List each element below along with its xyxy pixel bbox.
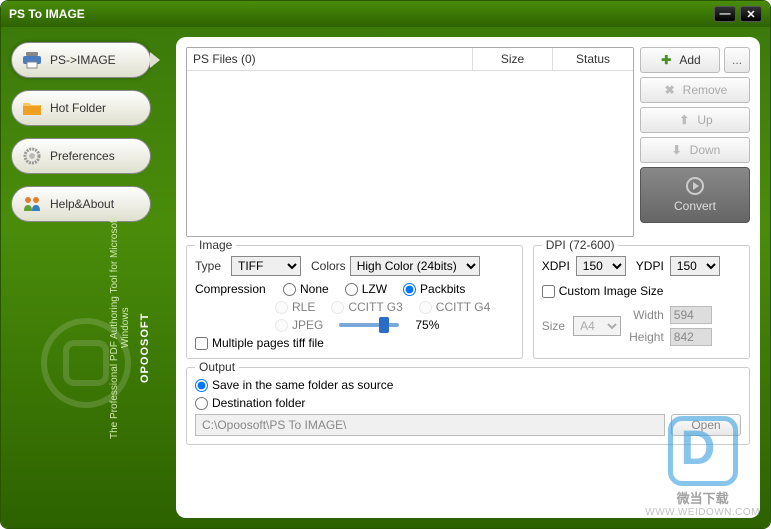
up-button[interactable]: ⬆ Up bbox=[640, 107, 750, 133]
dpi-group: DPI (72-600) XDPI 150 YDPI 150 Cus bbox=[533, 245, 750, 359]
multi-tiff-checkbox[interactable] bbox=[195, 337, 208, 350]
group-title: DPI (72-600) bbox=[542, 238, 619, 252]
height-input bbox=[670, 328, 712, 346]
xdpi-label: XDPI bbox=[542, 259, 570, 273]
dest-folder-radio[interactable] bbox=[195, 397, 208, 410]
col-name[interactable]: PS Files (0) bbox=[187, 48, 473, 70]
play-icon bbox=[686, 177, 704, 195]
sidebar-brand: OPOOSOFT bbox=[139, 248, 151, 448]
file-list-body[interactable] bbox=[187, 71, 633, 236]
app-title: PS To IMAGE bbox=[9, 7, 85, 21]
gear-icon bbox=[20, 146, 44, 166]
col-status[interactable]: Status bbox=[553, 48, 633, 70]
folder-icon bbox=[20, 98, 44, 118]
type-select[interactable]: TIFF bbox=[231, 256, 301, 276]
close-button[interactable]: ✕ bbox=[740, 6, 762, 22]
sidebar-tagline: The Professional PDF Authoring Tool for … bbox=[109, 208, 131, 448]
nav-label: Help&About bbox=[50, 197, 114, 211]
file-list-header: PS Files (0) Size Status bbox=[187, 48, 633, 71]
col-size[interactable]: Size bbox=[473, 48, 553, 70]
xdpi-select[interactable]: 150 bbox=[576, 256, 626, 276]
comp-g3-radio bbox=[331, 301, 344, 314]
add-button[interactable]: ✚ Add bbox=[640, 47, 720, 73]
colors-label: Colors bbox=[311, 259, 346, 273]
height-label: Height bbox=[629, 330, 664, 344]
colors-select[interactable]: High Color (24bits) bbox=[350, 256, 480, 276]
multi-tiff-label: Multiple pages tiff file bbox=[212, 336, 324, 350]
add-more-button[interactable]: ... bbox=[724, 47, 750, 73]
type-label: Type bbox=[195, 259, 227, 273]
down-button[interactable]: ⬇ Down bbox=[640, 137, 750, 163]
app-window: PS To IMAGE — ✕ PS->IMAGE Hot Folder bbox=[0, 0, 771, 529]
nav-label: Hot Folder bbox=[50, 101, 106, 115]
minimize-button[interactable]: — bbox=[714, 6, 736, 22]
image-group: Image Type TIFF Colors High Color (24bit… bbox=[186, 245, 523, 359]
custom-size-checkbox[interactable] bbox=[542, 285, 555, 298]
compression-label: Compression bbox=[195, 282, 267, 296]
convert-button[interactable]: Convert bbox=[640, 167, 750, 223]
nav-ps-image[interactable]: PS->IMAGE bbox=[11, 42, 151, 78]
down-arrow-icon: ⬇ bbox=[670, 143, 684, 157]
width-label: Width bbox=[633, 308, 664, 322]
remove-button[interactable]: ✖ Remove bbox=[640, 77, 750, 103]
comp-packbits-radio[interactable] bbox=[403, 283, 416, 296]
x-icon: ✖ bbox=[663, 83, 677, 97]
open-button: Open bbox=[671, 414, 741, 436]
people-icon bbox=[20, 194, 44, 214]
body: PS->IMAGE Hot Folder Preferences Help&Ab… bbox=[1, 27, 770, 528]
ydpi-select[interactable]: 150 bbox=[670, 256, 720, 276]
jpeg-quality-value: 75% bbox=[415, 318, 439, 332]
ydpi-label: YDPI bbox=[636, 259, 664, 273]
nav-label: PS->IMAGE bbox=[50, 53, 116, 67]
titlebar[interactable]: PS To IMAGE — ✕ bbox=[1, 1, 770, 27]
comp-g4-radio bbox=[419, 301, 432, 314]
dest-path-input bbox=[195, 414, 665, 436]
action-buttons: ✚ Add ... ✖ Remove ⬆ Up ⬇ bbox=[640, 47, 750, 237]
group-title: Image bbox=[195, 238, 236, 252]
plus-icon: ✚ bbox=[659, 53, 673, 67]
file-list[interactable]: PS Files (0) Size Status bbox=[186, 47, 634, 237]
size-select: A4 bbox=[573, 316, 621, 336]
comp-none-radio[interactable] bbox=[283, 283, 296, 296]
nav-preferences[interactable]: Preferences bbox=[11, 138, 151, 174]
same-folder-radio[interactable] bbox=[195, 379, 208, 392]
nav-label: Preferences bbox=[50, 149, 115, 163]
group-title: Output bbox=[195, 360, 239, 374]
comp-rle-radio bbox=[275, 301, 288, 314]
slider-thumb[interactable] bbox=[379, 317, 389, 333]
width-input bbox=[670, 306, 712, 324]
sidebar: PS->IMAGE Hot Folder Preferences Help&Ab… bbox=[1, 27, 176, 528]
jpeg-quality-slider[interactable] bbox=[339, 323, 399, 327]
printer-icon bbox=[20, 50, 44, 70]
custom-size-label: Custom Image Size bbox=[559, 284, 664, 298]
content: PS Files (0) Size Status ✚ Add ... bbox=[176, 37, 760, 518]
comp-lzw-radio[interactable] bbox=[345, 283, 358, 296]
nav-hotfolder[interactable]: Hot Folder bbox=[11, 90, 151, 126]
comp-jpeg-radio bbox=[275, 319, 288, 332]
size-label: Size bbox=[542, 319, 565, 333]
output-group: Output Save in the same folder as source… bbox=[186, 367, 750, 445]
up-arrow-icon: ⬆ bbox=[677, 113, 691, 127]
